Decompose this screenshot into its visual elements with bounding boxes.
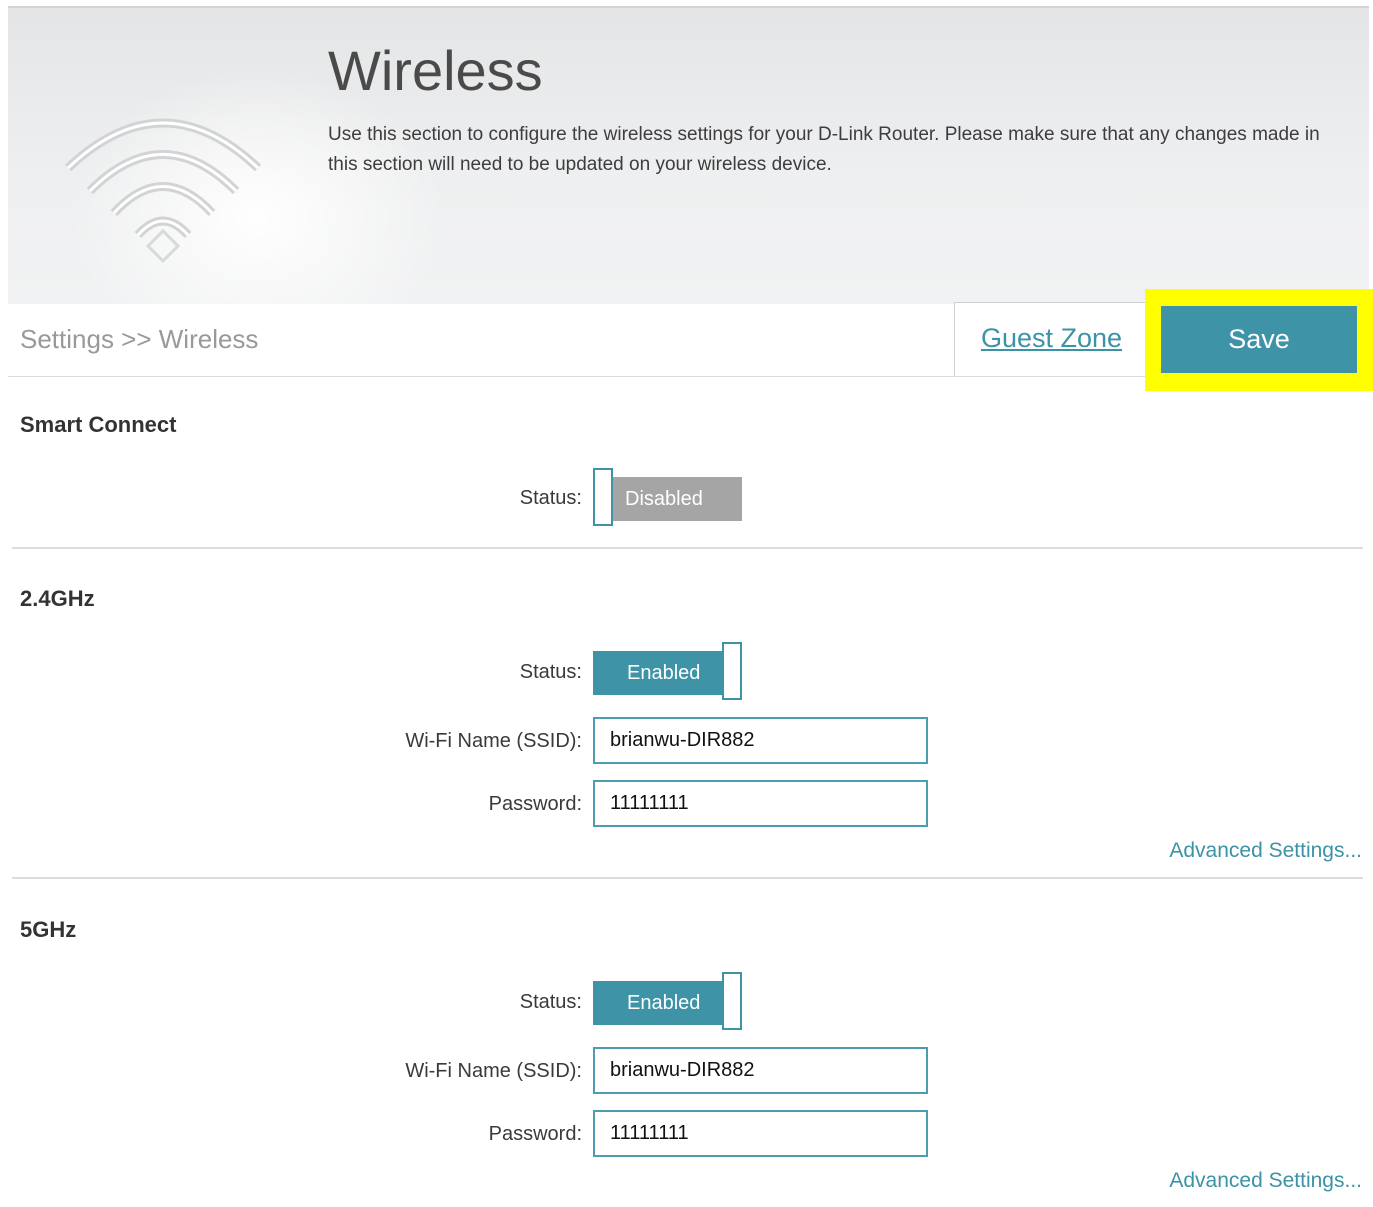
toggle-knob[interactable]	[722, 642, 742, 700]
band-24ghz-ssid-input[interactable]	[593, 717, 928, 764]
band-24ghz-status-toggle[interactable]: Enabled	[593, 642, 742, 700]
save-button[interactable]: Save	[1161, 306, 1357, 373]
toggle-knob[interactable]	[722, 972, 742, 1030]
section-divider	[12, 547, 1363, 549]
band-24ghz-advanced-settings-link[interactable]: Advanced Settings...	[1169, 839, 1362, 863]
band-24ghz-password-input[interactable]	[593, 780, 928, 827]
page-title: Wireless	[328, 39, 543, 102]
smart-connect-title: Smart Connect	[20, 412, 177, 437]
band-5ghz-status-toggle[interactable]: Enabled	[593, 972, 742, 1030]
breadcrumb: Settings >> Wireless	[20, 324, 259, 354]
band-5ghz-ssid-label: Wi-Fi Name (SSID):	[405, 1060, 582, 1082]
smart-connect-status-value: Disabled	[593, 477, 742, 521]
band-5ghz-advanced-settings-link[interactable]: Advanced Settings...	[1169, 1169, 1362, 1193]
band-5ghz-ssid-input[interactable]	[593, 1047, 928, 1094]
smart-connect-status-label: Status:	[519, 487, 582, 509]
band-5ghz-status-value: Enabled	[593, 981, 742, 1025]
band-5ghz-status-label: Status:	[519, 991, 582, 1013]
band-24ghz-title: 2.4GHz	[20, 586, 95, 611]
wifi-icon	[64, 118, 262, 264]
band-24ghz-password-label: Password:	[488, 793, 582, 815]
page-description: Use this section to configure the wirele…	[328, 124, 1320, 175]
toggle-knob[interactable]	[593, 468, 613, 526]
guest-zone-tab[interactable]: Guest Zone	[954, 302, 1149, 376]
section-divider	[12, 877, 1363, 879]
band-24ghz-status-value: Enabled	[593, 651, 742, 695]
band-5ghz-password-input[interactable]	[593, 1110, 928, 1157]
page-header-banner: Wireless Use this section to configure t…	[8, 6, 1369, 304]
band-24ghz-status-label: Status:	[519, 661, 582, 683]
band-24ghz-ssid-label: Wi-Fi Name (SSID):	[405, 730, 582, 752]
guest-zone-link[interactable]: Guest Zone	[955, 323, 1148, 354]
smart-connect-status-toggle[interactable]: Disabled	[593, 468, 742, 526]
band-5ghz-title: 5GHz	[20, 917, 77, 942]
band-5ghz-password-label: Password:	[488, 1123, 582, 1145]
